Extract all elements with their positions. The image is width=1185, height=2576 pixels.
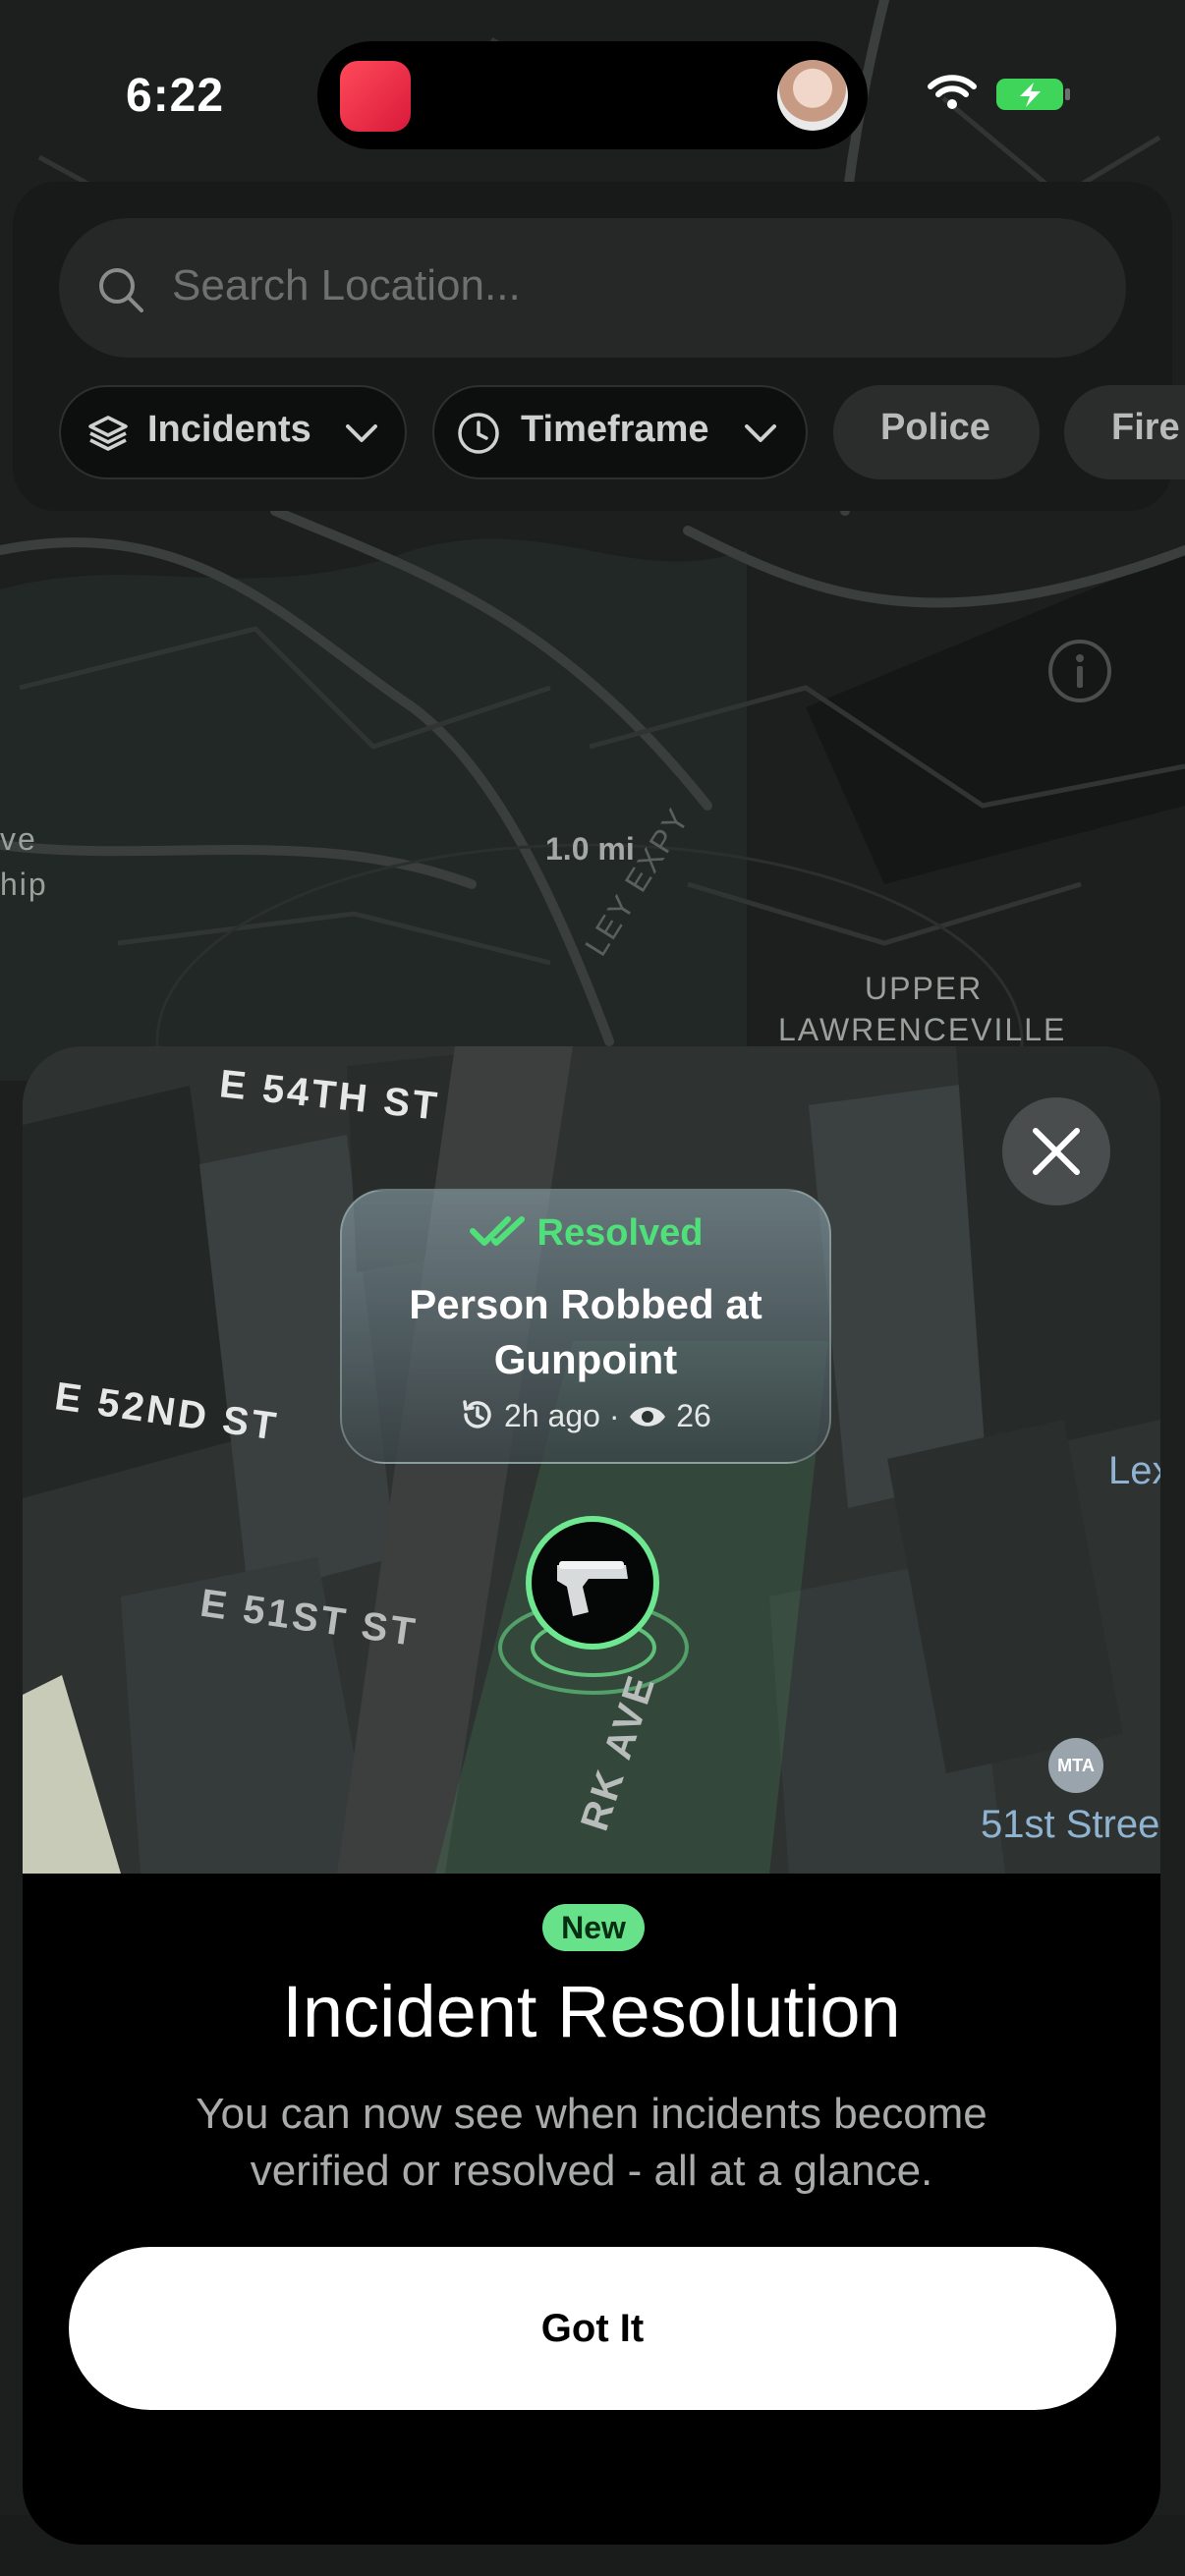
chevron-down-icon — [346, 424, 377, 442]
map-label-fragment: ve — [0, 821, 37, 857]
status-bar: 6:22 — [0, 0, 1185, 187]
transit-badge: MTA — [1057, 1756, 1095, 1775]
history-icon — [463, 1400, 491, 1428]
resolved-status: Resolved — [342, 1212, 829, 1255]
dynamic-island — [317, 41, 868, 149]
got-it-button[interactable]: Got It — [69, 2247, 1116, 2410]
layers-icon — [88, 416, 128, 451]
incident-views: 26 — [676, 1398, 711, 1433]
neighborhood-label: UPPER — [865, 971, 984, 1006]
feature-title: Incident Resolution — [282, 1971, 901, 2052]
filter-fire[interactable]: Fire — [1064, 385, 1185, 479]
info-icon[interactable] — [1045, 637, 1114, 705]
meta-separator: · — [608, 1398, 620, 1433]
feature-illustration: E 54TH ST E 52ND ST E 51ST ST RK AVE Lex… — [23, 1046, 1160, 1874]
chevron-down-icon — [745, 424, 776, 442]
close-button[interactable] — [1002, 1097, 1110, 1205]
incident-title: Person Robbed at Gunpoint — [409, 1281, 762, 1382]
double-check-icon — [469, 1216, 525, 1246]
search-input[interactable]: Search Location... — [59, 218, 1126, 358]
filter-incidents-label: Incidents — [147, 409, 311, 450]
neighborhood-label: LAWRENCEVILLE — [778, 1012, 1067, 1047]
filter-timeframe-label: Timeframe — [521, 409, 709, 450]
distance-label: 1.0 mi — [545, 831, 635, 867]
incident-bubble: Resolved Person Robbed at Gunpoint 2h ag… — [340, 1189, 831, 1464]
app-activity-icon — [340, 61, 411, 132]
incident-pin — [526, 1516, 659, 1650]
wifi-icon — [928, 75, 977, 109]
clock-icon — [458, 413, 499, 454]
incident-time: 2h ago — [504, 1398, 600, 1433]
filter-police-label: Police — [880, 407, 990, 448]
status-time: 6:22 — [126, 70, 225, 122]
onboarding-card: E 54TH ST E 52ND ST E 51ST ST RK AVE Lex… — [23, 1046, 1160, 2545]
new-badge: New — [542, 1904, 645, 1951]
battery-charging-icon — [996, 79, 1070, 110]
street-label: 51st Stree — [981, 1803, 1160, 1846]
filter-incidents[interactable]: Incidents — [59, 385, 407, 479]
search-icon — [99, 268, 143, 312]
eye-icon — [630, 1407, 666, 1427]
incident-meta: 2h ago · 26 — [342, 1397, 829, 1434]
filter-police[interactable]: Police — [833, 385, 1040, 479]
filter-fire-label: Fire — [1111, 407, 1180, 448]
resolved-label: Resolved — [536, 1212, 704, 1254]
search-placeholder: Search Location... — [172, 261, 521, 309]
gun-icon — [557, 1561, 628, 1616]
filter-timeframe[interactable]: Timeframe — [432, 385, 808, 479]
close-icon — [1033, 1128, 1080, 1175]
feature-description: You can now see when incidents become ve… — [196, 2090, 988, 2195]
avatar — [777, 60, 848, 131]
map-label-fragment: hip — [0, 867, 48, 902]
street-label: Lex — [1108, 1449, 1160, 1492]
